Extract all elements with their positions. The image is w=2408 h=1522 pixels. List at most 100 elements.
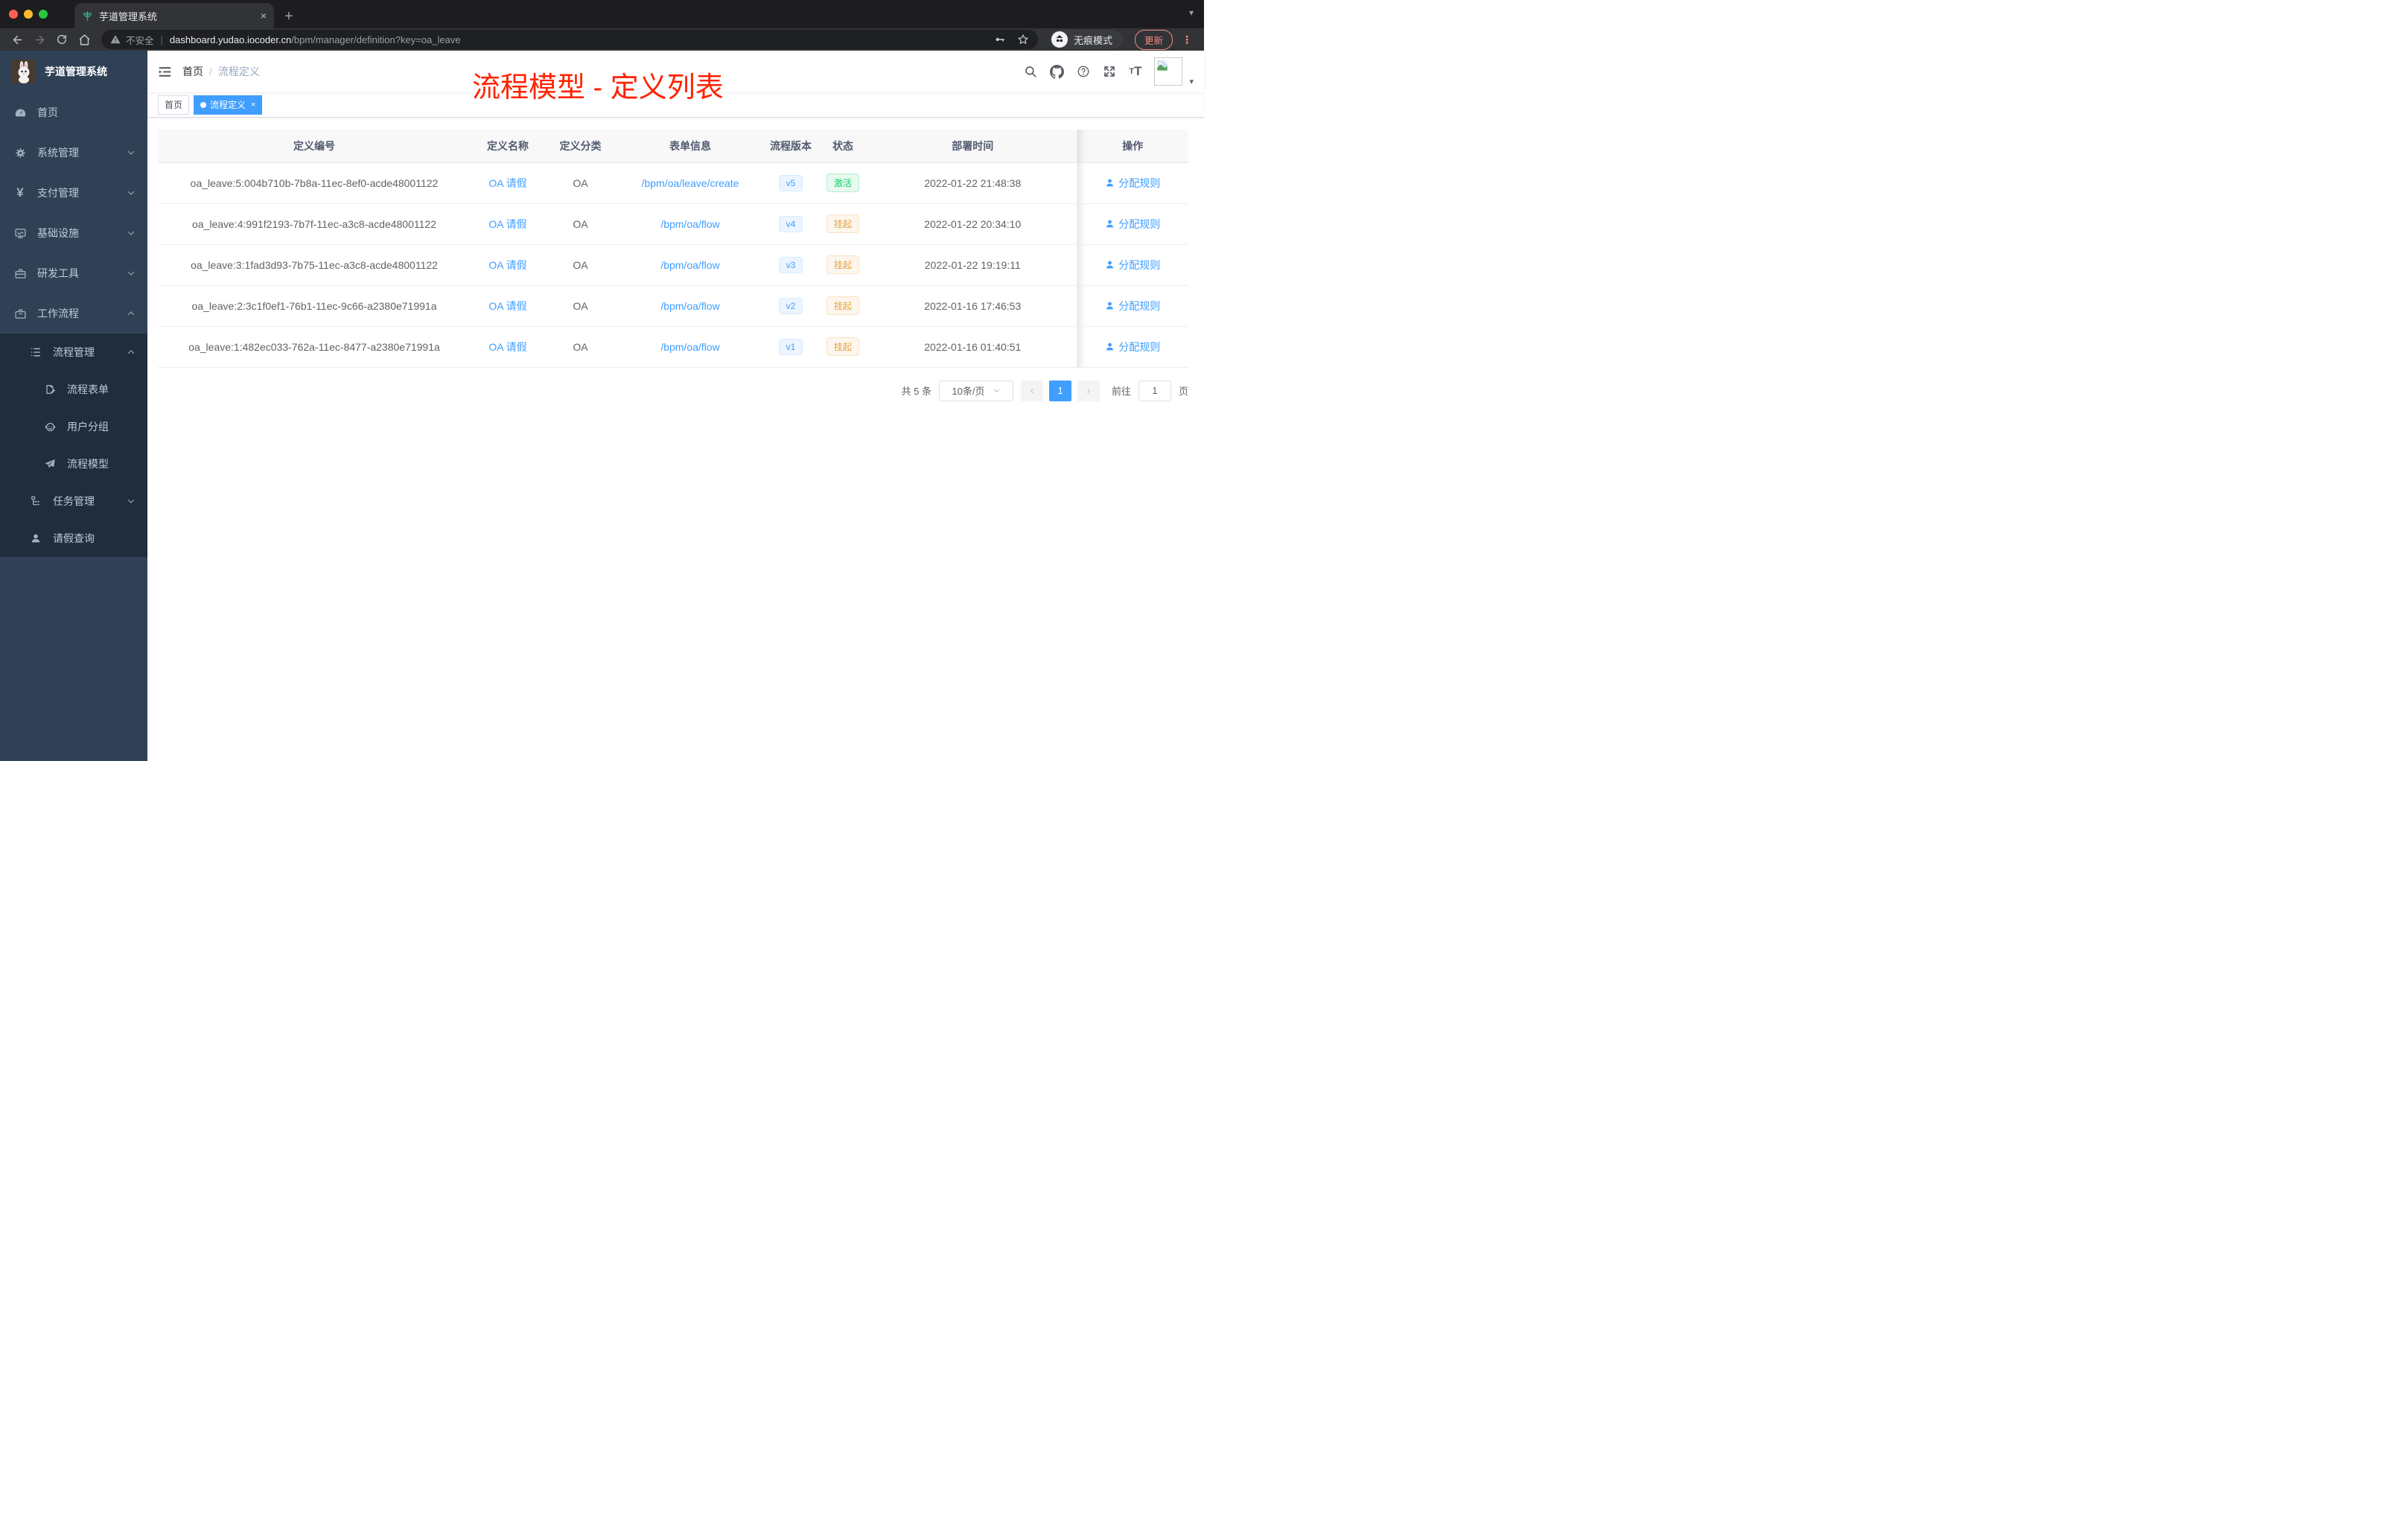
sidebar-item-process-management[interactable]: 流程管理 bbox=[0, 334, 147, 371]
page-number-current[interactable]: 1 bbox=[1048, 380, 1071, 401]
sidebar-item-label: 支付管理 bbox=[37, 187, 79, 199]
definition-id: oa_leave:5:004b710b-7b8a-11ec-8ef0-acde4… bbox=[158, 162, 471, 204]
help-icon[interactable] bbox=[1077, 65, 1090, 78]
home-icon[interactable] bbox=[74, 31, 94, 48]
new-tab-button[interactable]: + bbox=[274, 9, 304, 28]
definition-id: oa_leave:4:991f2193-7b7f-11ec-a3c8-acde4… bbox=[158, 203, 471, 245]
page-size-select[interactable]: 10条/页 bbox=[938, 380, 1013, 401]
prev-page-button[interactable]: ‹ bbox=[1020, 380, 1043, 401]
user-icon bbox=[29, 532, 42, 545]
sidebar-item-user-group[interactable]: 用户分组 bbox=[0, 408, 147, 445]
paper-plane-icon bbox=[43, 457, 57, 471]
form-link[interactable]: /bpm/oa/flow bbox=[660, 259, 719, 271]
tag-process-definition[interactable]: 流程定义 × bbox=[194, 95, 263, 115]
address-bar[interactable]: 不安全 | dashboard.yudao.iocoder.cn/bpm/man… bbox=[101, 30, 1038, 49]
window-controls bbox=[0, 0, 58, 28]
definition-category: OA bbox=[545, 162, 616, 204]
sidebar: 芋道管理系统 首页 系统管理 ¥ 支付管理 基础设施 研发工具 工作流程 流程管… bbox=[0, 51, 147, 761]
tag-home[interactable]: 首页 bbox=[158, 95, 190, 115]
window-maximize-button[interactable] bbox=[39, 10, 48, 19]
col-header-status: 状态 bbox=[817, 130, 869, 163]
form-link[interactable]: /bpm/oa/flow bbox=[660, 300, 719, 312]
search-icon[interactable] bbox=[1024, 65, 1037, 78]
back-icon[interactable] bbox=[7, 31, 27, 48]
definition-name-link[interactable]: OA 请假 bbox=[488, 218, 526, 230]
gear-icon bbox=[13, 146, 27, 159]
assign-rule-button[interactable]: 分配规则 bbox=[1105, 217, 1160, 232]
browser-update-button[interactable]: 更新 bbox=[1134, 29, 1173, 50]
pagination: 共 5 条 10条/页 ‹ 1 › 前往 页 bbox=[158, 380, 1188, 401]
definition-id: oa_leave:2:3c1f0ef1-76b1-11ec-9c66-a2380… bbox=[158, 285, 471, 327]
avatar-caret-icon[interactable]: ▾ bbox=[1189, 77, 1194, 86]
assign-rule-button[interactable]: 分配规则 bbox=[1105, 176, 1160, 191]
main-area: 流程模型 - 定义列表 首页 / 流程定义 T T ▾ 首页 流程定义 × 定义… bbox=[147, 51, 1204, 761]
table-row: oa_leave:5:004b710b-7b8a-11ec-8ef0-acde4… bbox=[158, 162, 1188, 204]
app-logo-row[interactable]: 芋道管理系统 bbox=[0, 51, 147, 92]
form-link[interactable]: /bpm/oa/leave/create bbox=[642, 177, 739, 189]
tag-close-icon[interactable]: × bbox=[251, 101, 255, 109]
assign-rule-button[interactable]: 分配规则 bbox=[1105, 299, 1160, 313]
breadcrumb-home[interactable]: 首页 bbox=[182, 64, 203, 79]
sidebar-item-process-form[interactable]: 流程表单 bbox=[0, 371, 147, 408]
sidebar-item-label: 系统管理 bbox=[37, 147, 79, 159]
chevron-down-icon bbox=[127, 229, 136, 238]
bookmark-star-icon[interactable] bbox=[1017, 34, 1029, 45]
sidebar-item-process-model[interactable]: 流程模型 bbox=[0, 445, 147, 483]
definition-name-link[interactable]: OA 请假 bbox=[488, 341, 526, 353]
chevron-down-icon bbox=[127, 148, 136, 157]
definition-name-link[interactable]: OA 请假 bbox=[488, 259, 526, 271]
browser-tab[interactable]: 芋道管理系统 × bbox=[74, 3, 274, 28]
fullscreen-icon[interactable] bbox=[1103, 65, 1116, 78]
browser-tab-strip: 芋道管理系统 × + ▾ bbox=[0, 0, 1204, 28]
forward-icon[interactable] bbox=[30, 31, 49, 48]
sidebar-item-payment[interactable]: ¥ 支付管理 bbox=[0, 173, 147, 213]
chevron-up-icon bbox=[127, 348, 136, 357]
definition-name-link[interactable]: OA 请假 bbox=[488, 300, 526, 312]
briefcase-icon bbox=[13, 307, 27, 320]
goto-label: 前往 bbox=[1111, 386, 1131, 397]
col-header-actions: 操作 bbox=[1076, 130, 1188, 163]
deploy-time: 2022-01-22 21:48:38 bbox=[869, 162, 1077, 204]
version-badge: v2 bbox=[778, 297, 803, 314]
assign-user-icon bbox=[1105, 342, 1115, 351]
sidebar-item-system[interactable]: 系统管理 bbox=[0, 133, 147, 173]
definition-name-link[interactable]: OA 请假 bbox=[488, 177, 526, 189]
assign-rule-button[interactable]: 分配规则 bbox=[1105, 340, 1160, 354]
reload-icon[interactable] bbox=[52, 31, 71, 48]
assign-rule-button[interactable]: 分配规则 bbox=[1105, 258, 1160, 273]
window-close-button[interactable] bbox=[9, 10, 18, 19]
tab-search-caret-icon[interactable]: ▾ bbox=[1189, 7, 1194, 18]
sidebar-item-label: 工作流程 bbox=[37, 308, 79, 319]
sidebar-item-workflow[interactable]: 工作流程 bbox=[0, 293, 147, 334]
security-label: 不安全 bbox=[126, 35, 154, 46]
status-badge: 激活 bbox=[826, 173, 859, 192]
chevron-down-icon bbox=[127, 269, 136, 278]
password-key-icon[interactable] bbox=[994, 34, 1006, 45]
avatar[interactable] bbox=[1154, 57, 1183, 86]
total-count: 共 5 条 bbox=[901, 386, 931, 397]
incognito-label: 无痕模式 bbox=[1073, 34, 1112, 46]
sidebar-item-infrastructure[interactable]: 基础设施 bbox=[0, 213, 147, 253]
goto-page-input[interactable] bbox=[1138, 380, 1171, 401]
next-page-button[interactable]: › bbox=[1077, 380, 1100, 401]
sidebar-item-home[interactable]: 首页 bbox=[0, 92, 147, 133]
github-icon[interactable] bbox=[1050, 64, 1065, 79]
status-badge: 挂起 bbox=[826, 337, 859, 356]
goto-page-unit: 页 bbox=[1178, 386, 1188, 397]
security-warning-icon[interactable] bbox=[110, 34, 121, 45]
window-minimize-button[interactable] bbox=[24, 10, 33, 19]
page-content: 定义编号 定义名称 定义分类 表单信息 流程版本 状态 部署时间 操作 oa_l… bbox=[147, 118, 1204, 401]
form-link[interactable]: /bpm/oa/flow bbox=[660, 341, 719, 353]
font-size-icon[interactable]: TT bbox=[1129, 64, 1141, 79]
sidebar-toggle-hamburger-icon[interactable] bbox=[158, 65, 172, 79]
sidebar-item-leave-query[interactable]: 请假查询 bbox=[0, 520, 147, 557]
app-title: 芋道管理系统 bbox=[45, 66, 107, 77]
form-edit-icon bbox=[43, 383, 57, 396]
form-link[interactable]: /bpm/oa/flow bbox=[660, 218, 719, 230]
browser-menu-icon[interactable]: ⋮ bbox=[1177, 34, 1197, 46]
tab-close-icon[interactable]: × bbox=[261, 10, 267, 22]
incognito-icon bbox=[1051, 31, 1068, 48]
sidebar-item-dev-tools[interactable]: 研发工具 bbox=[0, 253, 147, 293]
sidebar-item-task-management[interactable]: 任务管理 bbox=[0, 483, 147, 520]
version-badge: v4 bbox=[778, 215, 803, 232]
